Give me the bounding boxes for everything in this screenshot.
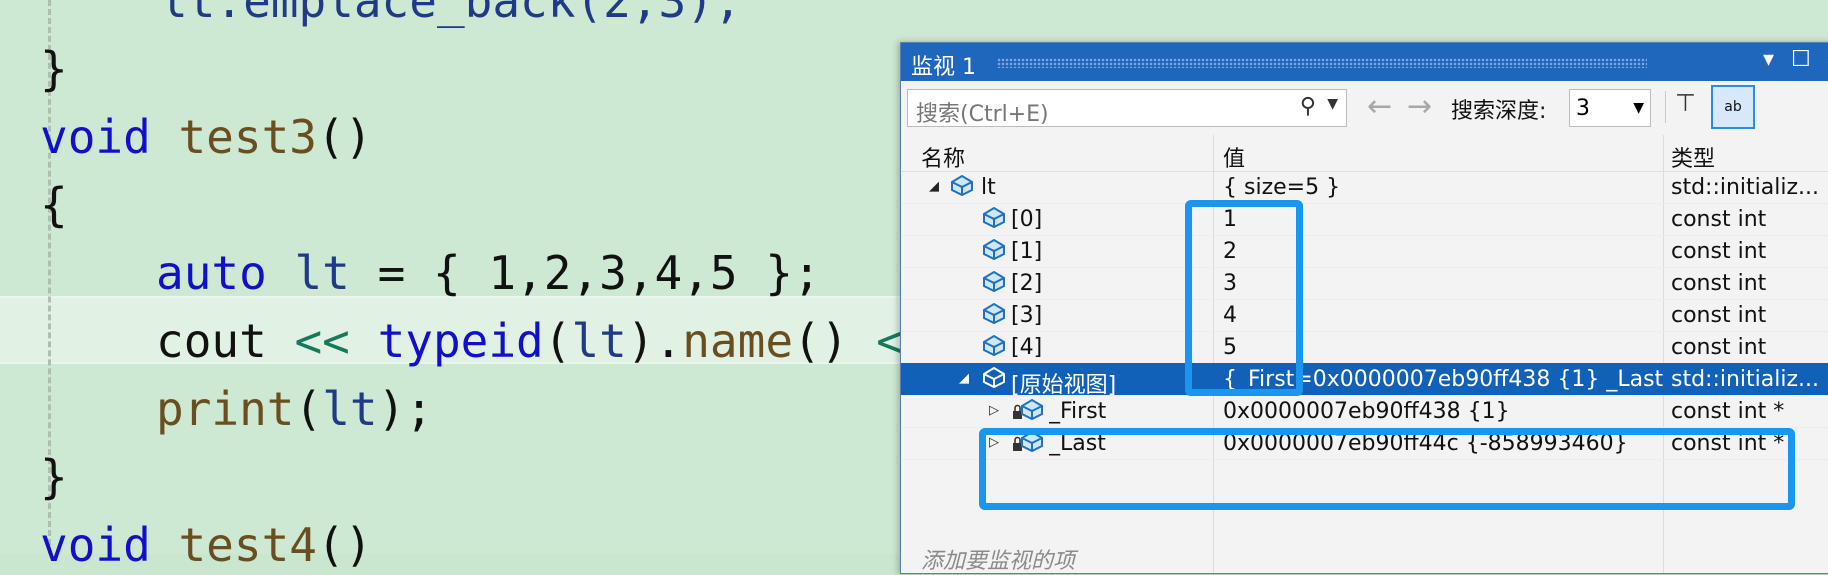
back-arrow-icon[interactable]: ← <box>1367 89 1392 124</box>
column-type[interactable]: 类型 <box>1671 141 1715 173</box>
column-value[interactable]: 值 <box>1223 141 1245 173</box>
object-icon <box>983 206 1005 229</box>
row-name: lt <box>981 175 996 200</box>
table-row[interactable]: [1] 2 const int <box>901 235 1828 268</box>
row-type: std::initializ... <box>1671 175 1820 200</box>
table-row[interactable]: ▷ _First 0x0000007eb90ff438 {1} const in… <box>901 395 1828 428</box>
ab-toggle-icon[interactable]: ab <box>1711 85 1755 129</box>
object-icon <box>983 270 1005 293</box>
watch-title: 监视 1 <box>911 55 976 80</box>
row-name: [0] <box>1011 207 1043 232</box>
add-watch-placeholder[interactable]: 添加要监视的项 <box>921 543 1075 575</box>
search-depth-label: 搜索深度: <box>1451 99 1547 124</box>
pin-icon[interactable]: ⊤ <box>1675 89 1696 117</box>
table-row[interactable]: [2] 3 const int <box>901 267 1828 300</box>
values-highlight-box <box>1185 200 1303 396</box>
object-icon <box>983 334 1005 357</box>
row-name: [4] <box>1011 335 1043 360</box>
search-dropdown-icon[interactable]: ▼ <box>1327 96 1338 112</box>
row-name: [3] <box>1011 303 1043 328</box>
code-line-open-brace: { <box>40 178 68 232</box>
watch-title-bar[interactable]: 监视 1 ▾ ☐ ✕ <box>901 43 1828 81</box>
column-name[interactable]: 名称 <box>921 141 965 173</box>
row-type: const int <box>1671 335 1767 360</box>
code-line-cout: cout << typeid(lt).name() << <box>156 314 932 368</box>
code-line-close-brace: } <box>40 42 68 96</box>
search-icon[interactable]: ⚲ <box>1300 94 1316 119</box>
code-line-close-brace-2: } <box>40 450 68 504</box>
lock-icon <box>1013 398 1043 421</box>
object-icon <box>983 366 1005 389</box>
collapse-icon[interactable]: ◢ <box>959 371 969 386</box>
expand-icon[interactable]: ▷ <box>989 403 999 418</box>
toolbar-divider <box>1665 91 1666 123</box>
code-line-auto: auto lt = { 1,2,3,4,5 }; <box>156 246 821 300</box>
window-menu-button[interactable]: ▾ <box>1763 47 1774 72</box>
object-icon <box>983 302 1005 325</box>
chevron-down-icon: ▼ <box>1633 100 1644 116</box>
search-input[interactable]: 搜索(Ctrl+E) ⚲ ▼ <box>907 89 1347 127</box>
search-placeholder: 搜索(Ctrl+E) <box>916 102 1049 127</box>
row-name: [2] <box>1011 271 1043 296</box>
object-icon <box>951 174 973 197</box>
table-row[interactable]: [3] 4 const int <box>901 299 1828 332</box>
row-type: const int * <box>1671 399 1785 424</box>
row-name: [1] <box>1011 239 1043 264</box>
table-row[interactable]: [0] 1 const int <box>901 203 1828 236</box>
row-type: const int <box>1671 303 1767 328</box>
search-depth-value: 3 <box>1576 96 1590 121</box>
watch-toolbar: 搜索(Ctrl+E) ⚲ ▼ ← → 搜索深度: 3 ▼ ⊤ ab <box>901 83 1828 131</box>
row-value[interactable]: { size=5 } <box>1223 175 1663 200</box>
code-line-emplace: lt.emplace_back(2,3); <box>160 0 742 28</box>
title-grip[interactable] <box>997 58 1647 68</box>
code-line-test4: void test4() <box>40 518 373 572</box>
table-row[interactable]: [4] 5 const int <box>901 331 1828 364</box>
row-value[interactable]: 0x0000007eb90ff438 {1} <box>1223 399 1663 424</box>
table-row[interactable]: ◢ lt { size=5 } std::initializ... <box>901 171 1828 204</box>
search-depth-select[interactable]: 3 ▼ <box>1569 89 1651 127</box>
code-line-test3: void test3() <box>40 110 373 164</box>
row-type: const int <box>1671 239 1767 264</box>
table-row-selected[interactable]: ◢ [原始视图] {_First=0x0000007eb90ff438 {1} … <box>901 363 1828 398</box>
maximize-button[interactable]: ☐ <box>1791 47 1811 72</box>
code-line-print: print(lt); <box>156 382 433 436</box>
row-name: _First <box>1049 399 1107 424</box>
collapse-icon[interactable]: ◢ <box>929 179 939 194</box>
forward-arrow-icon[interactable]: → <box>1407 89 1432 124</box>
object-icon <box>983 238 1005 261</box>
pointers-highlight-box <box>979 428 1795 510</box>
row-type: const int <box>1671 271 1767 296</box>
row-type: const int <box>1671 207 1767 232</box>
column-header: 名称 值 类型 <box>901 135 1828 172</box>
row-type: std::initializ... <box>1671 367 1820 392</box>
